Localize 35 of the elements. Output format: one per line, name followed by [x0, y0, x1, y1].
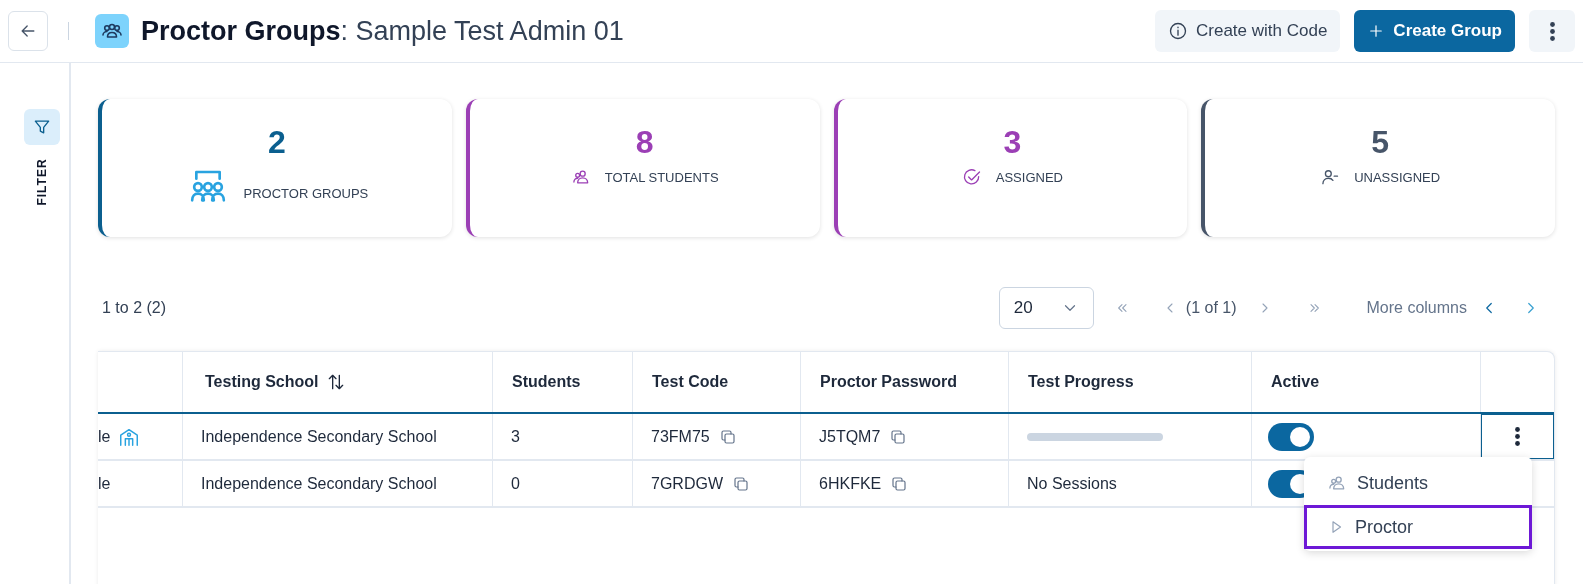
page-size-select[interactable]: 20	[998, 287, 1094, 329]
menu-item[interactable]: Proctor	[1304, 505, 1532, 549]
page-title: Proctor Groups: Sample Test Admin 01	[141, 14, 624, 48]
stat-value: 8	[635, 123, 654, 161]
create-group-button[interactable]: Create Group	[1354, 10, 1515, 52]
stat-label: UNASSIGNED	[1354, 168, 1441, 187]
menu-item[interactable]: Students	[1304, 461, 1532, 505]
table-cell-text: 7GRDGW	[651, 473, 723, 494]
column-header[interactable]: Students	[512, 370, 581, 394]
column-header[interactable]: Test Progress	[1028, 370, 1134, 394]
column-header[interactable]: Test Code	[652, 370, 729, 394]
stat-value: 2	[267, 123, 286, 161]
filter-label[interactable]: FILTER	[33, 158, 51, 206]
table-cell-text: 0	[511, 473, 520, 494]
stat-value: 3	[1003, 123, 1022, 161]
column-header[interactable]: Active	[1271, 370, 1320, 394]
stat-value: 5	[1371, 123, 1389, 161]
table-cell-text: 73FM75	[651, 426, 710, 447]
table-cell-text: le	[98, 473, 111, 494]
more-columns-label: More columns	[1366, 298, 1467, 318]
stat-label: TOTAL STUDENTS	[604, 168, 719, 187]
table-cell-text: Independence Secondary School	[201, 473, 437, 494]
table-cell-text: J5TQM7	[819, 426, 881, 447]
table-cell-text: No Sessions	[1027, 473, 1117, 494]
table-cell-text: 3	[511, 426, 520, 447]
table-cell-text: le	[98, 426, 111, 447]
column-header[interactable]: Testing School	[205, 370, 319, 394]
create-with-code-button[interactable]: Create with Code	[1155, 10, 1341, 52]
stat-label: PROCTOR GROUPS	[243, 184, 369, 203]
table-cell-text: Independence Secondary School	[201, 426, 437, 447]
table-cell-text: 6HKFKE	[819, 473, 882, 494]
page-indicator: (1 of 1)	[1185, 298, 1237, 318]
column-header[interactable]: Proctor Password	[820, 370, 957, 394]
stat-label: ASSIGNED	[995, 168, 1063, 187]
result-count: 1 to 2 (2)	[102, 298, 167, 318]
